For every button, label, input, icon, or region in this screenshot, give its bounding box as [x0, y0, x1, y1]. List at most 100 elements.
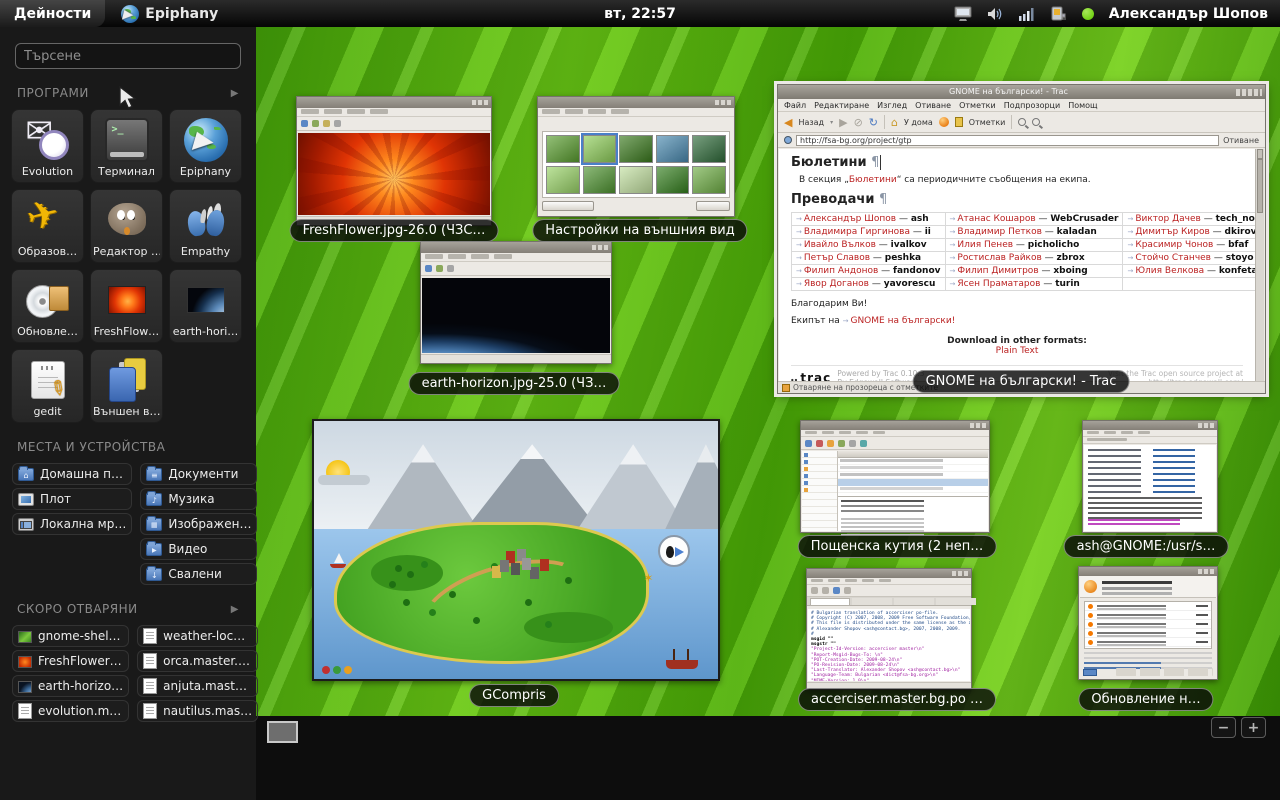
external-link-arrow-icon: →	[950, 280, 956, 288]
external-link-arrow-icon: →	[796, 228, 802, 236]
recent-item[interactable]: earth-horizo…	[12, 675, 129, 697]
url-bar: Отиване	[778, 133, 1265, 148]
translator-cell: →Ясен Праматаров — turin	[945, 278, 1123, 291]
wallpaper-thumb	[619, 166, 653, 194]
window-gcompris[interactable]: ✶	[312, 419, 720, 681]
window-evolution-mail[interactable]	[800, 420, 990, 533]
update-progress	[1083, 669, 1097, 676]
window-earth-horizon[interactable]	[420, 241, 612, 364]
app-menu[interactable]: Epiphany	[121, 5, 218, 23]
app-tile-evolution[interactable]: Evolution	[11, 109, 84, 183]
programs-header[interactable]: ПРОГРАМИ ▶	[17, 86, 239, 100]
app-tile-empathy[interactable]: Empathy	[169, 189, 242, 263]
update-row	[1085, 629, 1211, 638]
statusbar	[421, 354, 611, 363]
window-terminal[interactable]	[1082, 420, 1218, 533]
recent-item[interactable]: FreshFlower…	[12, 650, 129, 672]
app-tile-epiphany[interactable]: Epiphany	[169, 109, 242, 183]
titlebar	[807, 569, 971, 578]
app-tile-gcompris[interactable]: Образов…	[11, 189, 84, 263]
place-item[interactable]: Документи	[140, 463, 257, 485]
external-link-arrow-icon: →	[950, 241, 956, 249]
app-tile-gedit[interactable]: gedit	[11, 349, 84, 423]
translator-link: Виктор Дачев	[1135, 214, 1201, 224]
tab-bar	[1083, 437, 1217, 444]
app-tile-flower[interactable]: FreshFlow…	[90, 269, 163, 343]
clock[interactable]: вт, 22:57	[604, 6, 676, 22]
trac-logo: trac	[791, 371, 831, 381]
titlebar	[297, 97, 491, 108]
window-freshflower[interactable]	[296, 96, 492, 226]
star-icon: ✶	[643, 571, 653, 585]
menubar	[1083, 430, 1217, 437]
tab-strip	[538, 108, 734, 117]
power-icon[interactable]	[1050, 6, 1067, 22]
translator-nick: peshka	[885, 253, 921, 263]
remove-workspace-button[interactable]: −	[1211, 717, 1236, 738]
team-link: GNOME на български!	[850, 316, 955, 326]
translators-row: →Явор Доганов — yavorescu→Ясен Праматаро…	[792, 278, 1256, 291]
recent-item[interactable]: gnome-shel…	[12, 625, 129, 647]
place-item[interactable]: Изображен…	[140, 513, 257, 535]
translator-link: Димитър Киров	[1135, 227, 1209, 237]
translator-cell: →Атанас Кошаров — WebCrusader	[945, 213, 1123, 226]
search-input[interactable]	[15, 43, 241, 69]
recent-item[interactable]: nautilus.mas…	[137, 700, 258, 722]
place-item[interactable]: Свалени	[140, 563, 257, 585]
place-item[interactable]: Видео	[140, 538, 257, 560]
app-tile-updater[interactable]: Обновле…	[11, 269, 84, 343]
translator-link: Ивайло Вълков	[804, 240, 876, 250]
translator-link: Атанас Кошаров	[957, 214, 1035, 224]
window-appearance[interactable]	[537, 96, 735, 217]
appearance-icon	[105, 358, 149, 402]
translator-cell	[1123, 278, 1255, 291]
external-link-arrow-icon: →	[796, 280, 802, 288]
network-signal-icon[interactable]	[1019, 7, 1035, 21]
url-input	[796, 135, 1219, 146]
place-item[interactable]: Музика	[140, 488, 257, 510]
translator-link: Петър Славов	[804, 253, 870, 263]
recent-header[interactable]: СКОРО ОТВАРЯНИ ▶	[17, 602, 239, 616]
window-software-update[interactable]	[1078, 566, 1218, 680]
place-item[interactable]: Домашна п…	[12, 463, 132, 485]
places-col1: Домашна п… Плот Локална мр…	[12, 463, 132, 585]
app-tile-appearance[interactable]: Външен в…	[90, 349, 163, 423]
app-tile-gimp[interactable]: Редактор …	[90, 189, 163, 263]
recent-item[interactable]: weather-loc…	[137, 625, 258, 647]
team-line: Екипът на →GNOME на български!	[791, 316, 1243, 326]
workspace-controls: − +	[1211, 717, 1266, 738]
activities-button[interactable]: Дейности	[0, 0, 105, 27]
dialog-buttons	[542, 201, 730, 213]
translators-row: →Ивайло Вълков — ivalkov→Илия Пенев — pi…	[792, 239, 1256, 252]
user-menu[interactable]: Александър Шопов	[1109, 6, 1268, 22]
recent-item[interactable]: orca.master.…	[137, 650, 258, 672]
translator-link: Владимира Гиргинова	[804, 227, 910, 237]
translator-link: Филип Андонов	[804, 266, 878, 276]
place-item[interactable]: Плот	[12, 488, 132, 510]
window-trac-browser[interactable]: GNOME на български! - Trac ФайлРедактира…	[777, 84, 1266, 394]
display-icon[interactable]	[954, 6, 972, 21]
forward-icon: ▶	[839, 117, 847, 128]
browser-menubar: ФайлРедактиранеИзгледОтиванеОтметкиПодпр…	[778, 99, 1265, 112]
sailboat-sail	[334, 553, 344, 563]
app-tile-earththumb[interactable]: earth-hori…	[169, 269, 242, 343]
doc-icon	[143, 703, 157, 719]
external-link-arrow-icon: →	[796, 215, 802, 223]
add-workspace-button[interactable]: +	[1241, 717, 1266, 738]
evolution-icon	[26, 118, 70, 162]
window-caption: Пощенска кутия (2 неп…	[798, 535, 997, 558]
workspace-indicator[interactable]	[267, 721, 298, 743]
translator-nick: xboing	[1053, 266, 1087, 276]
wallpaper-thumb	[583, 166, 617, 194]
wallpaper-thumb	[546, 166, 580, 194]
recent-item[interactable]: evolution.m…	[12, 700, 129, 722]
volume-icon[interactable]	[987, 7, 1004, 21]
folder-tree	[802, 451, 838, 531]
app-tile-terminal[interactable]: Терминал	[90, 109, 163, 183]
recent-item[interactable]: anjuta.mast…	[137, 675, 258, 697]
translator-cell: →Юлия Велкова — konfeta	[1123, 265, 1255, 278]
place-item[interactable]: Локална мр…	[12, 513, 132, 535]
gcompris-controls	[322, 666, 330, 674]
folder-music-icon	[146, 493, 162, 506]
window-gedit[interactable]: # Bulgarian translation of accerciser po…	[806, 568, 972, 690]
